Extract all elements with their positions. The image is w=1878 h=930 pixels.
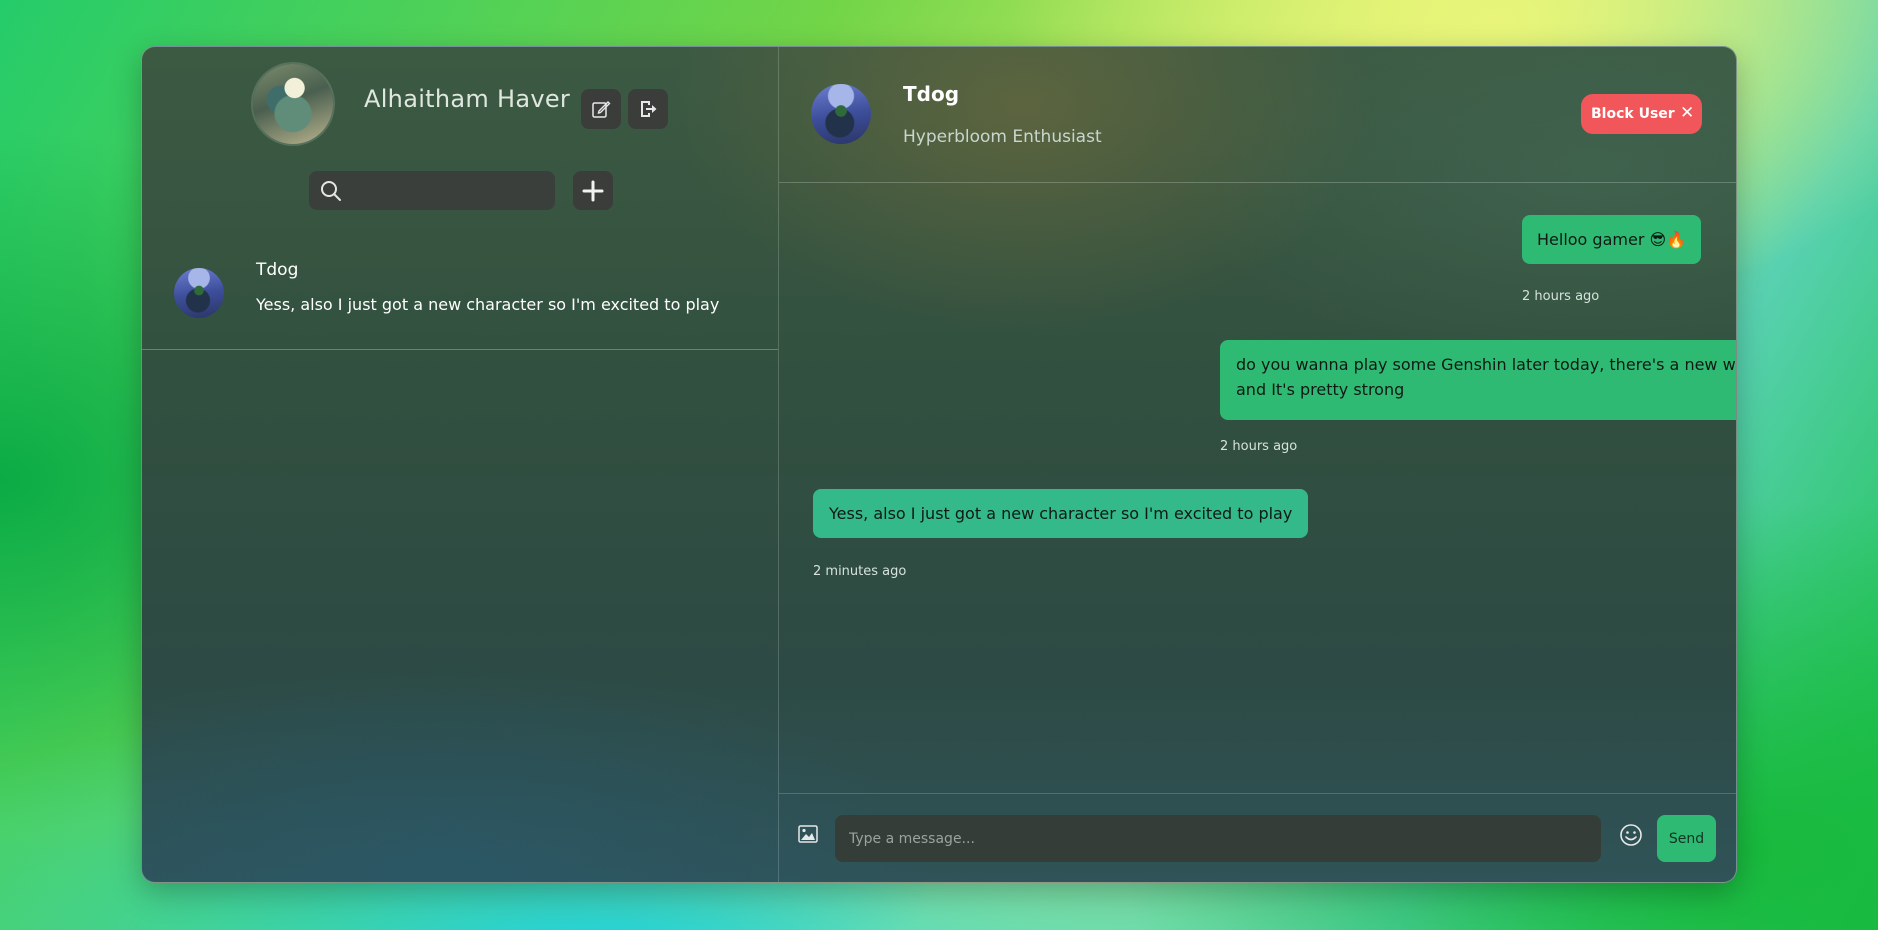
message-bubble-sent: Helloo gamer 😎🔥 <box>1522 215 1702 264</box>
logout-button[interactable] <box>628 89 668 129</box>
contact-name: Tdog <box>903 82 960 106</box>
chat-panel: Tdog Hyperbloom Enthusiast Block User ✕ … <box>779 47 1736 882</box>
chat-item-preview: Yess, also I just got a new character so… <box>256 295 720 314</box>
edit-icon <box>592 101 611 118</box>
block-user-button[interactable]: Block User ✕ <box>1581 94 1702 134</box>
contact-avatar <box>174 268 224 318</box>
logout-icon <box>641 101 657 117</box>
user-avatar[interactable] <box>253 64 333 144</box>
search-icon <box>321 181 341 201</box>
message-bubble-received: Yess, also I just got a new character so… <box>813 489 1309 538</box>
message-bubble-sent: do you wanna play some Genshin later tod… <box>1220 340 1736 420</box>
chat-item-name: Tdog <box>256 260 299 280</box>
user-name: Alhaitham Haver <box>364 85 571 113</box>
close-icon: ✕ <box>1680 103 1695 123</box>
message-timestamp: 2 hours ago <box>1220 439 1298 454</box>
add-chat-button[interactable] <box>573 171 613 210</box>
plus-icon <box>582 180 604 201</box>
message-composer: Send <box>779 793 1736 882</box>
message-text: Helloo gamer 😎🔥 <box>1537 230 1687 249</box>
contact-status: Hyperbloom Enthusiast <box>903 127 1102 147</box>
search-field[interactable] <box>309 171 555 212</box>
message-text: Yess, also I just got a new character so… <box>829 504 1293 523</box>
search-input[interactable] <box>349 171 553 212</box>
chat-app-window: Alhaitham Haver Tdog Yess, also I just g… <box>141 46 1737 883</box>
message-timestamp: 2 minutes ago <box>813 564 907 579</box>
edit-profile-button[interactable] <box>581 89 621 129</box>
emoji-icon[interactable] <box>1619 823 1643 847</box>
message-text: do you wanna play some Genshin later tod… <box>1236 355 1736 399</box>
block-user-label: Block User <box>1591 106 1675 122</box>
image-icon[interactable] <box>798 825 818 843</box>
chat-header: Tdog Hyperbloom Enthusiast Block User ✕ <box>779 47 1736 183</box>
contact-avatar[interactable] <box>811 84 871 144</box>
message-input[interactable] <box>835 815 1601 862</box>
sidebar: Alhaitham Haver Tdog Yess, also I just g… <box>142 47 779 882</box>
message-timestamp: 2 hours ago <box>1522 289 1600 304</box>
chat-list-item[interactable]: Tdog Yess, also I just got a new charact… <box>142 247 778 350</box>
send-button[interactable]: Send <box>1657 815 1716 862</box>
